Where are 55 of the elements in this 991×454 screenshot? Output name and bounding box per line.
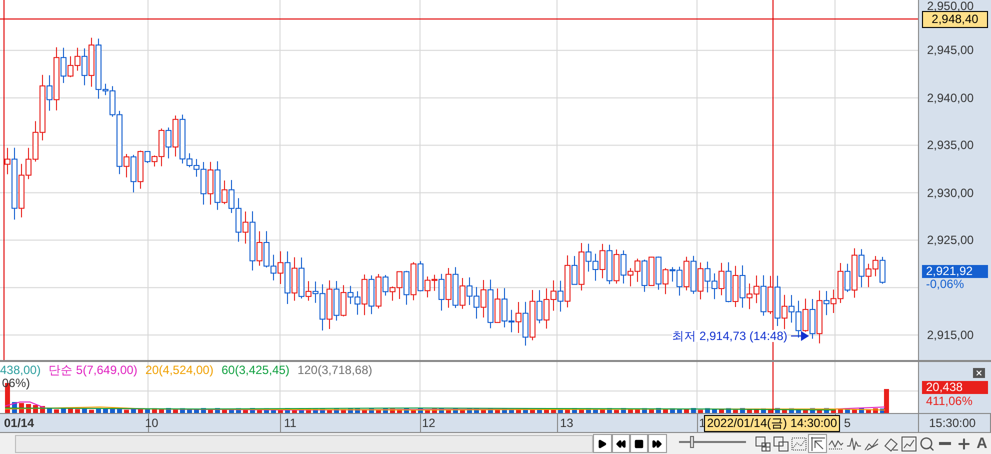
rewind-button[interactable] [612, 434, 630, 453]
price-label: 2,945,00 [927, 44, 974, 56]
tool-button[interactable] [808, 434, 827, 453]
price-change-label: -0,06% [926, 278, 964, 290]
time-label: 5 [844, 417, 851, 429]
eraser-icon [882, 436, 899, 452]
close-icon [975, 369, 983, 377]
legend-label: 438,00) [0, 364, 41, 376]
tool-button[interactable]: A [972, 434, 991, 453]
fast-forward-icon [652, 438, 662, 448]
cursor-icon [810, 436, 826, 452]
last-price-label: 2,921,92 [922, 265, 988, 278]
legend-label: 20(4,524,00) [145, 364, 214, 376]
crosshair-price-label: 2,948,40 [922, 11, 988, 28]
play-button[interactable] [593, 434, 612, 453]
low-price-annotation: 최저 2,914,73 (14:48) [672, 330, 788, 342]
crosshair-time-label: 2022/01/14(금) 14:30:00 [704, 415, 840, 432]
slider-thumb[interactable] [690, 436, 694, 448]
legend-label: 60(3,425,45) [221, 364, 290, 376]
price-label: 2,940,00 [927, 92, 974, 104]
minus-icon [939, 442, 952, 445]
stop-icon [634, 438, 644, 448]
play-icon [597, 438, 608, 448]
price-label: 2,930,00 [927, 186, 974, 199]
crosshair-line [772, 362, 774, 413]
rewind-icon [616, 438, 626, 448]
windows-icon [754, 436, 771, 452]
legend-label: 120(3,718,68) [298, 364, 372, 376]
end-time-label: 15:30:00 [929, 417, 976, 429]
line-chart-icon [846, 436, 862, 452]
price-label: 2,915,00 [927, 329, 974, 341]
time-label: 13 [560, 417, 574, 429]
close-button[interactable] [973, 368, 985, 378]
volume-ratio-label: 411,06% [926, 395, 972, 407]
volume-ratio-label: 06%) [2, 377, 30, 389]
time-label: 12 [422, 417, 436, 429]
fast-forward-button[interactable] [648, 434, 667, 453]
price-label: 2,950,00 [927, 0, 974, 12]
chart-icon [791, 436, 808, 452]
time-label: 10 [145, 417, 158, 429]
stop-button[interactable] [630, 434, 648, 453]
legend-label: 단순 5(7,649,00) [48, 364, 138, 376]
tool-button[interactable] [772, 434, 790, 453]
windows-icon [773, 436, 790, 452]
last-volume-label: 20,438 [922, 381, 988, 394]
plus-icon [956, 436, 972, 452]
time-label: 11 [284, 417, 296, 429]
price-label: 2,935,00 [927, 139, 974, 152]
tool-button[interactable] [900, 434, 918, 453]
zoom-icon [919, 436, 936, 452]
tool-button[interactable] [754, 434, 772, 453]
time-label: 01/14 [4, 417, 34, 429]
arrow-icon [791, 331, 810, 341]
chart-window-icon [900, 436, 917, 452]
price-label: 2,925,00 [927, 234, 974, 246]
